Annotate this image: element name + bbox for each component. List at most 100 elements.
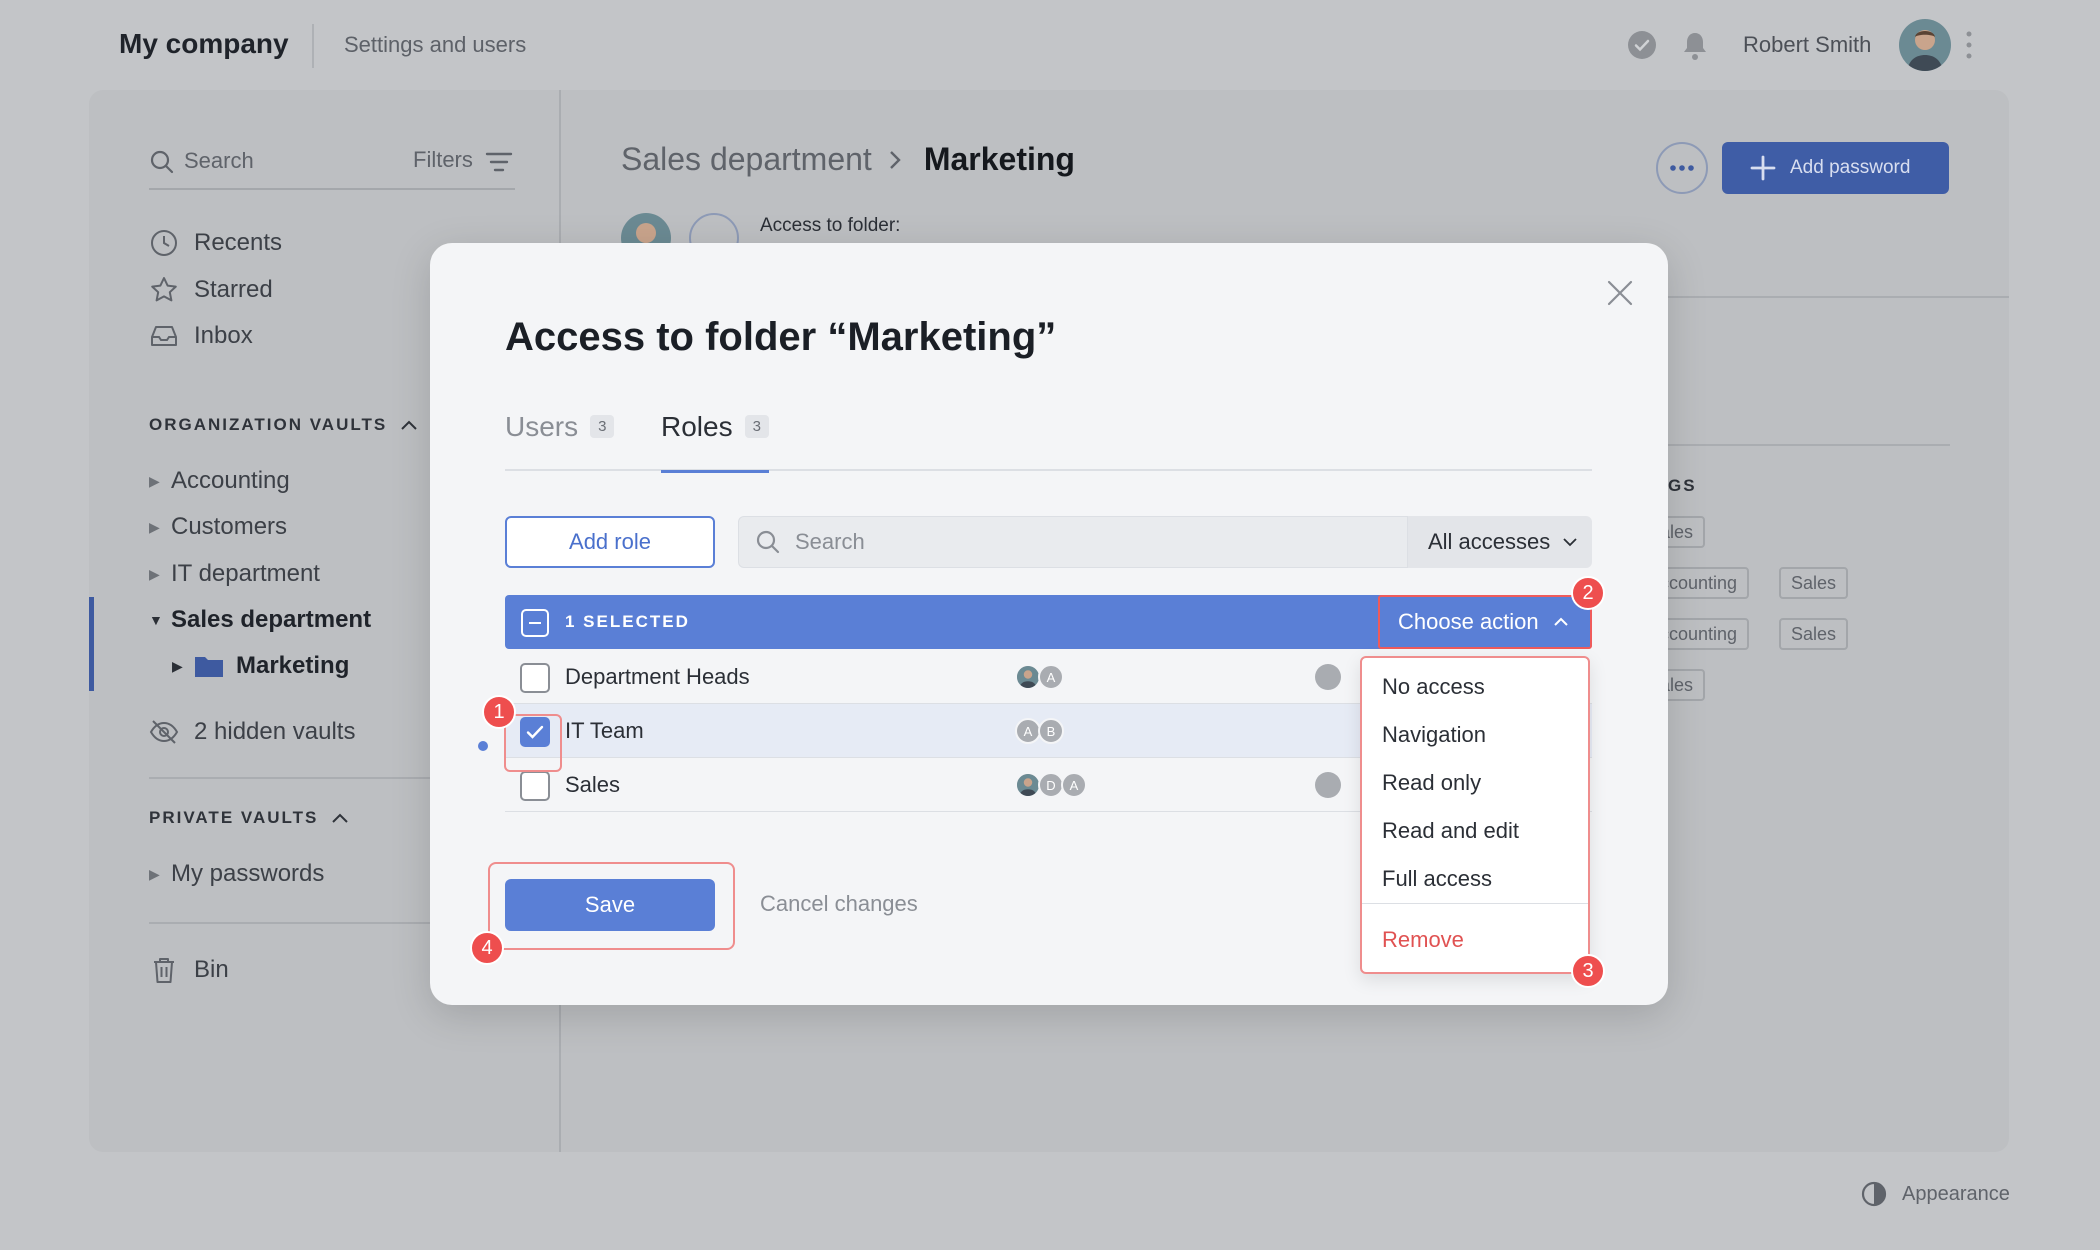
more-actions-button[interactable] — [1656, 142, 1708, 194]
tab-roles[interactable]: Roles 3 — [661, 411, 769, 473]
tab-users[interactable]: Users 3 — [505, 411, 615, 471]
sidebar-item-inbox[interactable]: Inbox — [149, 321, 253, 351]
filter-icon[interactable] — [485, 151, 513, 173]
hidden-vaults-toggle[interactable]: 2 hidden vaults — [149, 717, 355, 747]
divider — [1668, 444, 1950, 446]
user-name[interactable]: Robert Smith — [1743, 32, 1871, 58]
sidebar-item-label: IT department — [171, 560, 320, 587]
sidebar-item-label: My passwords — [171, 860, 325, 887]
step-badge: 3 — [1571, 954, 1605, 988]
member-avatars: D A — [1015, 772, 1087, 798]
sidebar-item-sales-department[interactable]: ▼ Sales department — [149, 606, 371, 634]
star-icon — [149, 275, 179, 305]
add-password-button[interactable]: Add password — [1722, 142, 1949, 194]
sidebar-item-marketing[interactable]: ▶ Marketing — [172, 652, 349, 680]
sidebar-item-recents[interactable]: Recents — [149, 228, 282, 258]
row-checkbox[interactable] — [520, 663, 550, 693]
sidebar-item-bin[interactable]: Bin — [149, 955, 229, 985]
menu-item-no-access[interactable]: No access — [1382, 674, 1485, 700]
chevron-up-icon — [1553, 617, 1568, 626]
appearance-toggle[interactable]: Appearance — [1860, 1180, 2010, 1208]
tag[interactable]: Sales — [1779, 618, 1849, 650]
sidebar-item-label: Inbox — [194, 322, 253, 349]
sidebar-item-accounting[interactable]: ▶ Accounting — [149, 467, 290, 495]
breadcrumb: Sales department Marketing — [621, 141, 1075, 178]
role-name: IT Team — [565, 718, 644, 743]
step-badge: 1 — [482, 695, 516, 729]
appearance-label: Appearance — [1902, 1182, 2010, 1205]
menu-item-read-only[interactable]: Read only — [1382, 770, 1481, 796]
tab-label: Roles — [661, 411, 733, 442]
company-name[interactable]: My company — [119, 28, 289, 60]
action-menu: No access Navigation Read only Read and … — [1360, 656, 1590, 974]
eye-off-icon — [149, 717, 179, 747]
caret-right-icon[interactable]: ▶ — [149, 566, 161, 583]
menu-item-navigation[interactable]: Navigation — [1382, 722, 1486, 748]
user-avatar[interactable] — [1899, 19, 1951, 71]
top-bar: My company Settings and users Robert Smi… — [0, 0, 2100, 90]
save-button[interactable]: Save — [505, 879, 715, 931]
breadcrumb-current: Marketing — [923, 141, 1075, 177]
access-filter-select[interactable]: All accesses — [1408, 516, 1592, 568]
caret-right-icon[interactable]: ▶ — [149, 519, 161, 536]
avatar: A — [1038, 664, 1064, 690]
sidebar-item-it-department[interactable]: ▶ IT department — [149, 560, 320, 588]
member-avatars: A — [1015, 664, 1064, 690]
chevron-up-icon — [332, 813, 349, 823]
folder-icon — [194, 654, 224, 678]
tag[interactable]: Sales — [1779, 567, 1849, 599]
private-vaults-header[interactable]: PRIVATE VAULTS — [149, 808, 350, 828]
sidebar-search-placeholder: Search — [184, 148, 254, 173]
unsaved-change-dot — [478, 741, 488, 751]
clock-icon — [149, 228, 179, 258]
chevron-down-icon — [1563, 538, 1577, 547]
sidebar-item-my-passwords[interactable]: ▶ My passwords — [149, 860, 324, 888]
caret-down-icon[interactable]: ▼ — [149, 612, 163, 628]
deselect-all-checkbox[interactable] — [521, 609, 549, 637]
modal-tabs: Users 3 Roles 3 — [505, 411, 1592, 473]
filters-button[interactable]: Filters — [413, 147, 473, 173]
checkbox-highlight — [504, 714, 562, 772]
caret-right-icon[interactable]: ▶ — [149, 473, 161, 490]
org-vaults-header[interactable]: ORGANIZATION VAULTS — [149, 415, 419, 435]
more-vertical-icon[interactable] — [1965, 30, 1973, 60]
menu-divider — [1362, 903, 1588, 904]
menu-item-full-access[interactable]: Full access — [1382, 866, 1492, 892]
step-badge: 2 — [1571, 576, 1605, 610]
inbox-icon — [149, 321, 179, 351]
section-title: ORGANIZATION VAULTS — [149, 415, 388, 434]
selection-bar: 1 SELECTED Choose action — [505, 595, 1592, 649]
tags-header: GS — [1668, 476, 1697, 495]
close-icon[interactable] — [1606, 279, 1634, 307]
caret-right-icon[interactable]: ▶ — [149, 866, 161, 883]
section-title: PRIVATE VAULTS — [149, 808, 319, 827]
add-role-button[interactable]: Add role — [505, 516, 715, 568]
access-modal: Access to folder “Marketing” Users 3 Rol… — [430, 243, 1668, 1005]
breadcrumb-parent[interactable]: Sales department — [621, 141, 872, 178]
sidebar-item-label: Recents — [194, 229, 283, 256]
bell-icon[interactable] — [1680, 30, 1710, 62]
row-checkbox[interactable] — [520, 771, 550, 801]
step-badge: 4 — [470, 931, 504, 965]
choose-action-button[interactable]: Choose action — [1378, 595, 1592, 649]
roles-search-input[interactable]: Search — [738, 516, 1408, 568]
cancel-changes-button[interactable]: Cancel changes — [760, 891, 918, 917]
settings-link[interactable]: Settings and users — [344, 32, 526, 58]
sidebar-item-label: Sales department — [171, 606, 372, 633]
tab-count: 3 — [744, 415, 769, 438]
hidden-vaults-label: 2 hidden vaults — [194, 718, 356, 745]
menu-item-read-and-edit[interactable]: Read and edit — [1382, 818, 1519, 844]
sidebar-item-starred[interactable]: Starred — [149, 275, 273, 305]
sidebar-item-customers[interactable]: ▶ Customers — [149, 513, 287, 541]
tab-label: Users — [505, 411, 579, 442]
check-circle-icon[interactable] — [1628, 31, 1656, 59]
plus-icon — [1750, 155, 1776, 181]
selected-count: 1 SELECTED — [565, 612, 690, 631]
more-horizontal-icon — [1670, 165, 1694, 171]
access-to-folder-label: Access to folder: — [760, 215, 901, 236]
sidebar-search[interactable]: Search Filters — [149, 140, 515, 190]
menu-item-remove[interactable]: Remove — [1382, 927, 1464, 953]
search-icon — [756, 530, 780, 554]
caret-right-icon[interactable]: ▶ — [172, 658, 184, 675]
trash-icon — [149, 955, 179, 985]
